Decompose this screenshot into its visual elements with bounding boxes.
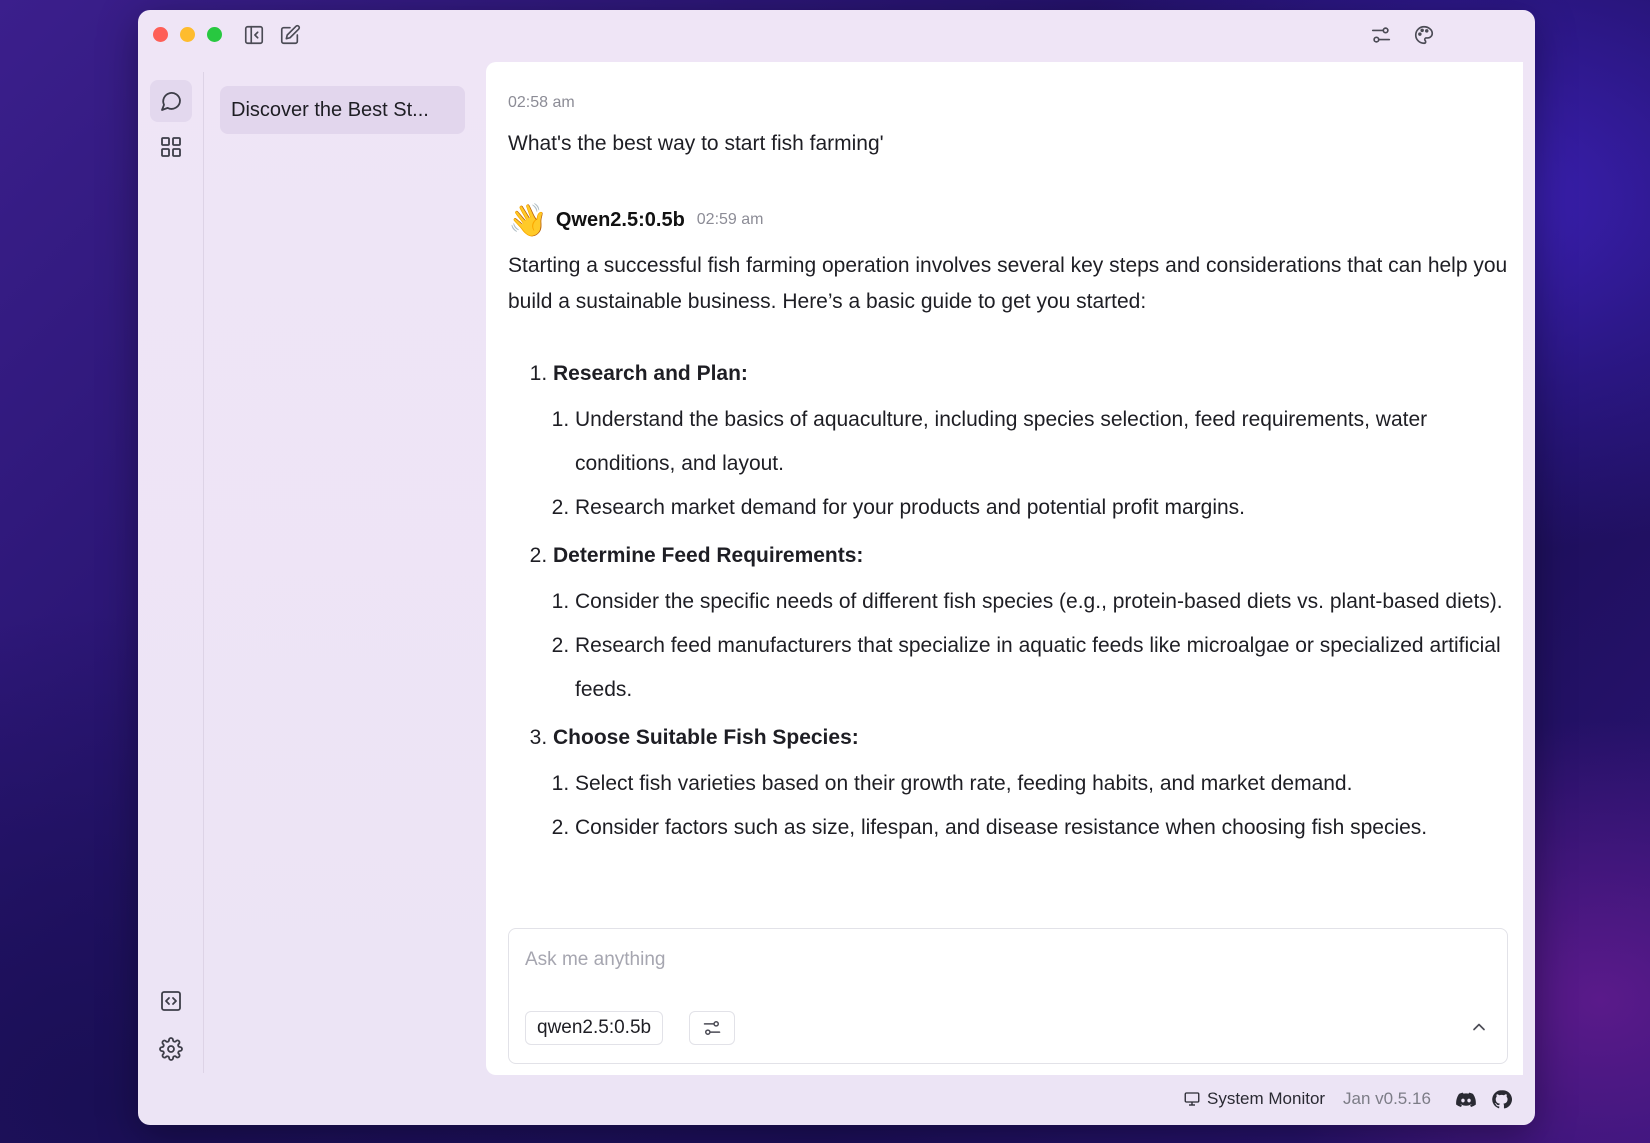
message-composer[interactable]: Ask me anything qwen2.5:0.5b (508, 928, 1508, 1064)
system-monitor-button[interactable]: System Monitor (1183, 1089, 1325, 1109)
maximize-window-button[interactable] (207, 27, 222, 42)
assistant-message-time: 02:59 am (696, 211, 764, 228)
thread-item[interactable]: Discover the Best St... (220, 86, 465, 134)
code-square-icon[interactable] (150, 980, 192, 1022)
list-item: Consider the specific needs of different… (575, 580, 1508, 624)
github-icon[interactable] (1491, 1089, 1512, 1110)
list-item: Determine Feed Requirements: Consider th… (553, 538, 1508, 712)
assistant-message: Starting a successful fish farming opera… (508, 248, 1508, 858)
list-item: Research feed manufacturers that special… (575, 624, 1508, 712)
monitor-icon (1184, 1092, 1200, 1106)
user-message-time: 02:58 am (508, 94, 575, 111)
list-item: Research market demand for your products… (575, 486, 1508, 530)
assistant-name: Qwen2.5:0.5b (555, 208, 685, 231)
message-input[interactable]: Ask me anything (525, 949, 665, 971)
minimize-window-button[interactable] (180, 27, 195, 42)
discord-icon[interactable] (1455, 1089, 1477, 1111)
sub-list: Select fish varieties based on their gro… (553, 762, 1508, 850)
model-selector-button[interactable]: qwen2.5:0.5b (525, 1011, 664, 1045)
list-item: Consider factors such as size, lifespan,… (575, 806, 1508, 850)
palette-icon[interactable] (1413, 24, 1435, 46)
title-bar (138, 10, 1535, 62)
sub-list: Consider the specific needs of different… (553, 580, 1508, 712)
step-title: Determine Feed Requirements: (553, 544, 864, 567)
app-window: Discover the Best St... 02:58 am What's … (138, 10, 1535, 1125)
app-version: Jan v0.5.16 (1343, 1089, 1431, 1108)
model-settings-button[interactable] (689, 1011, 735, 1045)
assistant-header: 👋 Qwen2.5:0.5b 02:59 am (508, 202, 764, 238)
chat-panel: 02:58 am What's the best way to start fi… (486, 62, 1523, 1075)
step-title: Research and Plan: (553, 362, 748, 385)
system-monitor-label: System Monitor (1207, 1089, 1326, 1108)
edit-icon[interactable] (279, 24, 301, 46)
list-item: Select fish varieties based on their gro… (575, 762, 1508, 806)
sidebar-left-icon[interactable] (243, 24, 265, 46)
status-bar: System Monitor Jan v0.5.16 (138, 1073, 1535, 1125)
chevron-up-icon[interactable] (1469, 1017, 1489, 1037)
answer-intro: Starting a successful fish farming opera… (508, 254, 1508, 313)
list-item: Research and Plan: Understand the basics… (553, 356, 1508, 530)
answer-steps: Research and Plan: Understand the basics… (508, 356, 1508, 850)
sliders-icon (703, 1021, 721, 1035)
sliders-icon[interactable] (1370, 24, 1392, 46)
close-window-button[interactable] (153, 27, 168, 42)
left-rail (138, 62, 204, 1073)
chat-bubble-icon[interactable] (150, 80, 192, 122)
list-item: Understand the basics of aquaculture, in… (575, 398, 1508, 486)
grid-icon[interactable] (150, 126, 192, 168)
user-message-text: What's the best way to start fish farmin… (508, 132, 884, 155)
step-title: Choose Suitable Fish Species: (553, 726, 859, 749)
waving-hand-icon: 👋 (508, 202, 548, 238)
sub-list: Understand the basics of aquaculture, in… (553, 398, 1508, 530)
list-item: Choose Suitable Fish Species: Select fis… (553, 720, 1508, 850)
gear-icon[interactable] (150, 1028, 192, 1070)
